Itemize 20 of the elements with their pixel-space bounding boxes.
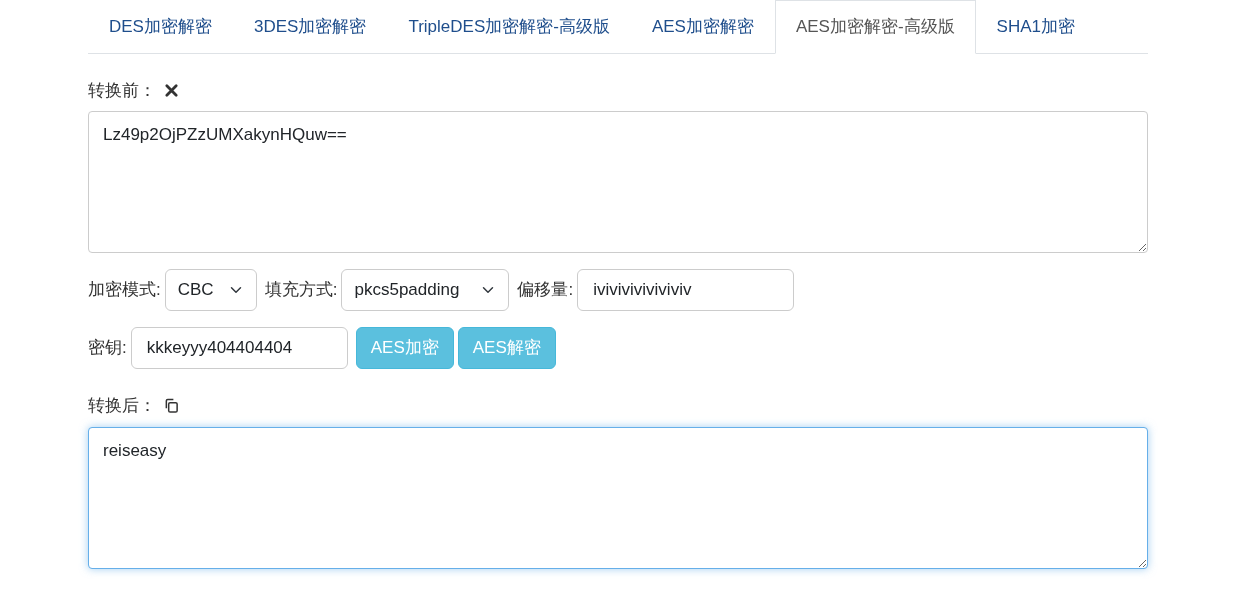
dropdown[interactable]: CBC	[164, 269, 257, 311]
tab[interactable]: SHA1加密	[975, 0, 1097, 54]
field-label: 填充方式:	[264, 279, 338, 302]
tab[interactable]: AES加密解密	[630, 0, 775, 54]
field-label: 加密模式:	[88, 279, 161, 302]
tab[interactable]: DES加密解密	[88, 0, 233, 54]
copy-icon[interactable]	[164, 398, 179, 414]
input-field[interactable]: iviviviviviviviv	[577, 269, 795, 311]
text-area[interactable]: Lz49p2OjPZzUMXakynHQuw==	[88, 111, 1148, 253]
tab[interactable]: TripleDES加密解密-高级版	[387, 0, 631, 54]
text-area[interactable]: reiseasy	[88, 426, 1148, 569]
field-label: 转换前：	[88, 79, 156, 102]
tab[interactable]: AES加密解密-高级版	[774, 0, 976, 54]
field-label: 偏移量:	[517, 279, 574, 302]
field-label: 转换后：	[88, 395, 156, 417]
field-label: 密钥:	[88, 337, 127, 360]
close-icon[interactable]	[164, 82, 179, 98]
dropdown[interactable]: pkcs5padding	[341, 269, 510, 311]
input-field[interactable]: kkkeyyy404404404	[130, 327, 348, 369]
tab[interactable]: 3DES加密解密	[232, 0, 388, 54]
